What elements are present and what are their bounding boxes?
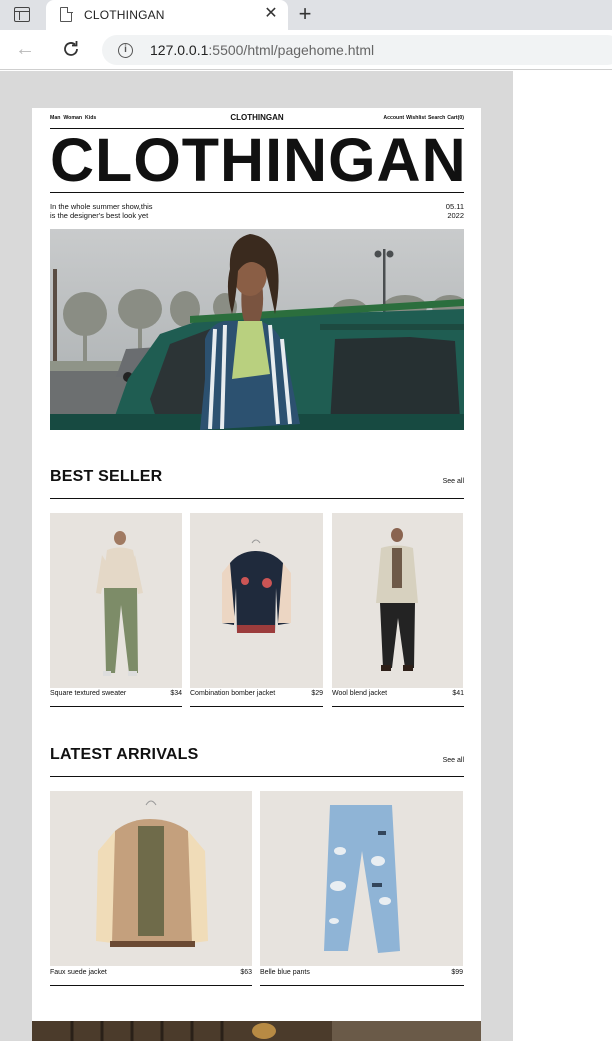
date-line: 2022 — [447, 211, 464, 220]
divider — [260, 985, 464, 986]
page-viewport: Man Woman Kids CLOTHINGAN Account Wishlist S… — [0, 71, 612, 1041]
product-name[interactable]: Faux suede jacket — [50, 969, 107, 976]
nav-link-search[interactable]: Search — [428, 115, 445, 121]
product-name[interactable]: Square textured sweater — [50, 690, 126, 697]
browser-toolbar: ← i 127.0.0.1:5500/html/pagehome.html — [0, 30, 612, 70]
hero-image — [50, 229, 464, 430]
divider — [50, 498, 464, 499]
account-links: Account Wishlist Search Cart(0) — [381, 115, 464, 121]
product-image[interactable] — [190, 513, 323, 688]
page-favicon-icon — [60, 6, 73, 22]
divider — [332, 706, 464, 707]
hero-date: 05.11 2022 — [424, 202, 464, 220]
best-seller-title: BEST SELLER — [50, 468, 163, 485]
intro-line: In the whole summer show,this — [50, 202, 153, 211]
date-line: 05.11 — [445, 202, 464, 211]
product-name[interactable]: Combination bomber jacket — [190, 690, 275, 697]
address-bar[interactable]: i 127.0.0.1:5500/html/pagehome.html — [102, 35, 612, 65]
tab-title: CLOTHINGAN — [84, 8, 165, 22]
product-image[interactable] — [50, 513, 182, 688]
tab-actions-icon[interactable] — [14, 7, 30, 22]
site-page: Man Woman Kids CLOTHINGAN Account Wishlist S… — [32, 108, 481, 1041]
product-image[interactable] — [50, 791, 252, 966]
product-image[interactable] — [260, 791, 463, 966]
url-text: 127.0.0.1:5500/html/pagehome.html — [150, 42, 375, 58]
new-tab-icon[interactable]: + — [294, 3, 316, 25]
divider — [50, 985, 252, 986]
close-tab-icon[interactable]: ✕ — [262, 5, 280, 23]
nav-link-wishlist[interactable]: Wishlist — [406, 115, 426, 121]
product-name[interactable]: Wool blend jacket — [332, 690, 387, 697]
product-price: $29 — [311, 690, 323, 697]
divider — [190, 706, 323, 707]
hero-title: CLOTHINGAN — [50, 126, 467, 194]
product-price: $34 — [170, 690, 182, 697]
hero-intro: In the whole summer show,this is the des… — [50, 202, 210, 220]
browser-tab[interactable]: CLOTHINGAN ✕ — [46, 0, 288, 30]
product-image[interactable] — [332, 513, 463, 688]
divider — [50, 776, 464, 777]
nav-link-account[interactable]: Account — [383, 115, 404, 121]
browser-tab-strip: CLOTHINGAN ✕ + — [0, 0, 612, 30]
intro-line: is the designer's best look yet — [50, 211, 149, 220]
product-price: $41 — [452, 690, 464, 697]
divider — [50, 192, 464, 193]
divider — [50, 706, 182, 707]
reload-icon[interactable] — [60, 38, 82, 60]
bottom-banner-image — [32, 1021, 481, 1041]
product-name[interactable]: Belle blue pants — [260, 969, 310, 976]
site-info-icon[interactable]: i — [118, 43, 133, 58]
latest-arrivals-title: LATEST ARRIVALS — [50, 746, 199, 763]
nav-link-cart[interactable]: Cart(0) — [447, 115, 464, 121]
latest-arrivals-see-all-link[interactable]: See all — [443, 757, 464, 764]
product-price: $63 — [240, 969, 252, 976]
product-price: $99 — [451, 969, 463, 976]
top-nav: Man Woman Kids CLOTHINGAN Account Wishlist S… — [50, 113, 464, 127]
back-arrow-icon[interactable]: ← — [15, 38, 35, 60]
best-seller-see-all-link[interactable]: See all — [443, 478, 464, 485]
